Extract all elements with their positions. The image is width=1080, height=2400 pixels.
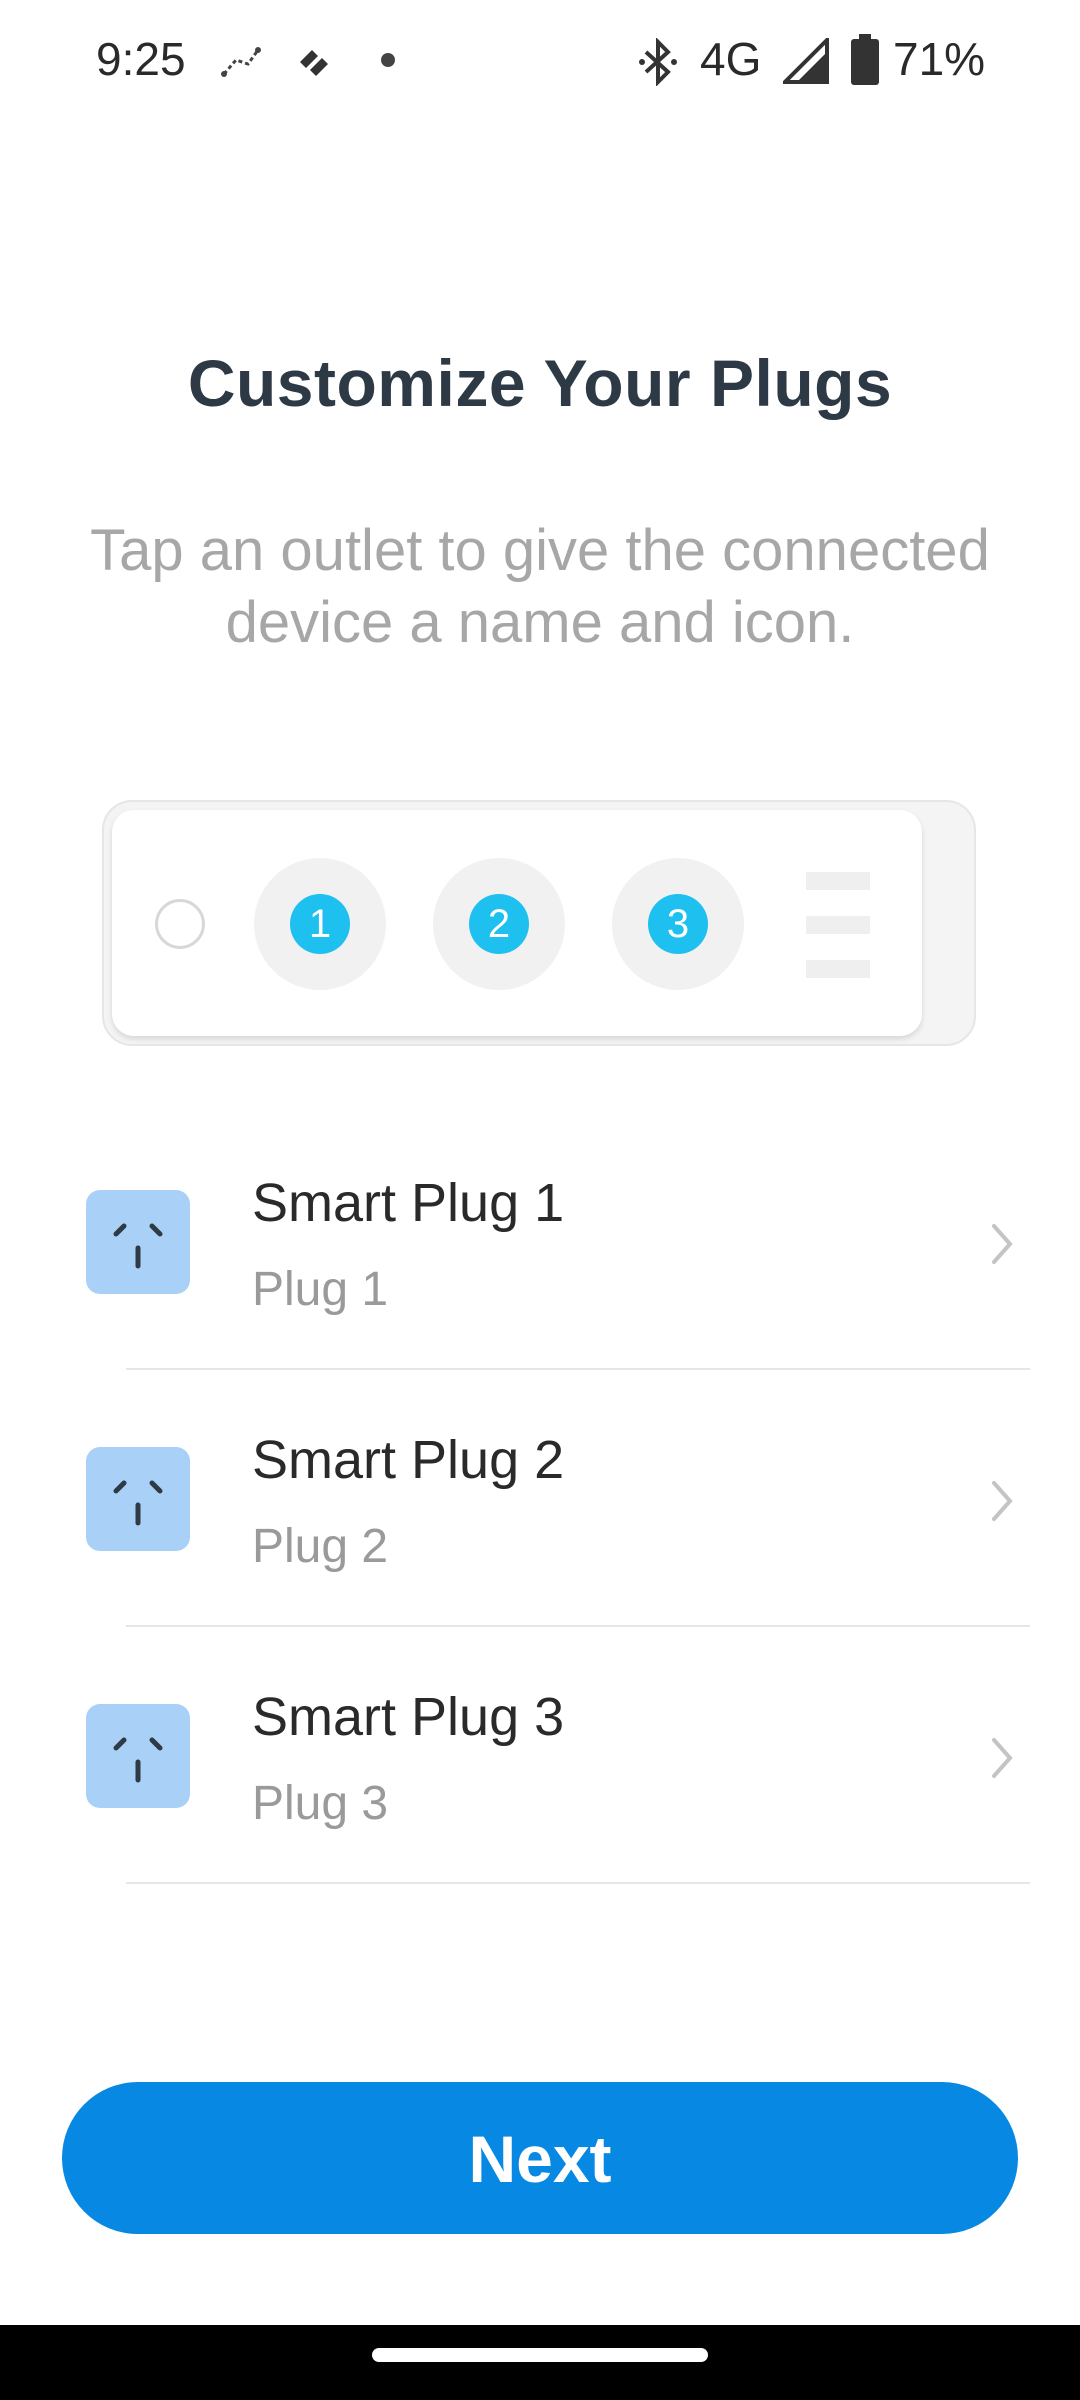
chevron-right-icon [990,1222,1016,1271]
fitbit-icon [296,44,336,83]
outlet-number-badge: 3 [648,894,708,954]
list-item-smart-plug-3[interactable]: Smart Plug 3 Plug 3 [0,1626,1080,1882]
outlet-2[interactable]: 2 [433,858,565,990]
plug-label: Plug 2 [252,1520,389,1573]
network-type: 4G [700,33,762,85]
strip-vent-line [806,916,870,934]
next-button[interactable]: Next [62,2082,1018,2234]
list-item-smart-plug-2[interactable]: Smart Plug 2 Plug 2 [0,1369,1080,1625]
plug-label: Plug 1 [252,1263,389,1316]
plug-label: Plug 3 [252,1777,389,1830]
battery-percent: 71% [893,33,986,85]
chevron-right-icon [990,1736,1016,1785]
chevron-right-icon [990,1479,1016,1528]
battery-icon [850,34,880,91]
outlet-icon [86,1447,190,1551]
constellation-icon [220,44,262,85]
divider [126,1882,1030,1884]
outlet-3[interactable]: 3 [612,858,744,990]
plug-name: Smart Plug 2 [252,1430,565,1490]
page-title: Customize Your Plugs [187,346,893,420]
bluetooth-icon [638,37,678,91]
plug-name: Smart Plug 1 [252,1173,565,1233]
signal-icon [780,35,829,89]
page-subtitle: Tap an outlet to give the connected devi… [90,518,990,655]
outlet-number-badge: 1 [290,894,350,954]
strip-vent-line [806,960,870,978]
strip-vent-line [806,872,870,890]
outlet-number-badge: 2 [469,894,529,954]
status-time: 9:25 [96,33,186,85]
system-nav-bar [0,2325,1080,2400]
plug-name: Smart Plug 3 [252,1687,565,1747]
home-gesture-handle[interactable] [372,2348,708,2362]
outlet-icon [86,1190,190,1294]
strip-indicator-light [155,899,205,949]
list-item-smart-plug-1[interactable]: Smart Plug 1 Plug 1 [0,1112,1080,1368]
dot-icon [380,52,396,73]
outlet-icon [86,1704,190,1808]
outlet-1[interactable]: 1 [254,858,386,990]
status-bar: 9:25 4G 71% [0,0,1080,120]
